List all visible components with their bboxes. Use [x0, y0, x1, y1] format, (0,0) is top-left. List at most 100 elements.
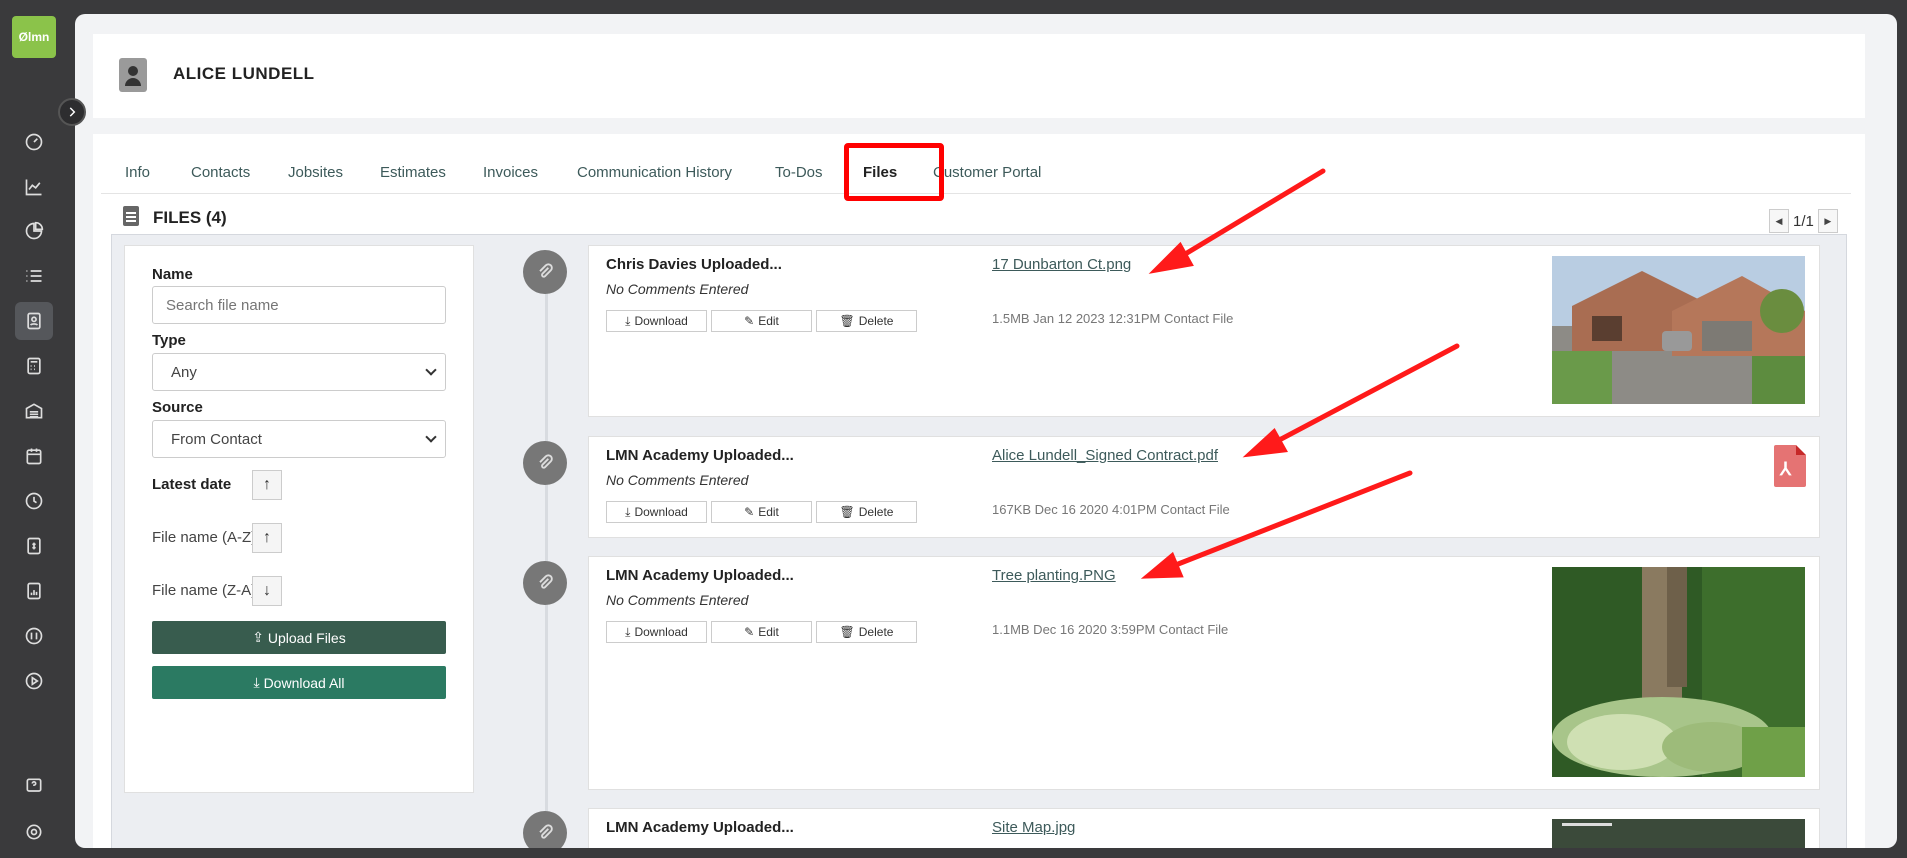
invoice-icon[interactable]: [15, 527, 53, 565]
search-file-name-input[interactable]: [152, 286, 446, 324]
upload-icon: ⇪: [252, 629, 268, 645]
quickbooks-icon[interactable]: [15, 617, 53, 655]
next-page-button[interactable]: ▶: [1817, 209, 1838, 233]
file-card: Chris Davies Uploaded... No Comments Ent…: [588, 245, 1820, 417]
delete-button[interactable]: 🗑 Delete: [816, 621, 917, 643]
contact-card-icon[interactable]: [15, 302, 53, 340]
delete-label: Delete: [858, 625, 894, 639]
timeline-line: [545, 255, 548, 848]
upload-files-button[interactable]: ⇪ Upload Files: [152, 621, 446, 654]
file-link[interactable]: Tree planting.PNG: [992, 567, 1116, 584]
sort-az-button[interactable]: ↑: [252, 523, 282, 553]
files-title: FILES (4): [153, 208, 227, 227]
download-icon: ⤓: [625, 504, 631, 519]
delete-label: Delete: [858, 505, 894, 519]
trash-icon: 🗑: [839, 625, 855, 639]
download-button[interactable]: ⤓ Download: [606, 621, 707, 643]
source-select[interactable]: From Contact: [152, 420, 446, 458]
trash-icon: 🗑: [839, 314, 855, 328]
house-thumbnail[interactable]: [1552, 256, 1805, 404]
pie-chart-icon[interactable]: [15, 212, 53, 250]
play-icon[interactable]: [15, 662, 53, 700]
lmn-logo[interactable]: Ølmn: [12, 16, 56, 58]
dashboard-icon[interactable]: [15, 123, 53, 161]
edit-icon: ✎: [744, 314, 755, 328]
prev-page-button[interactable]: ◀: [1769, 209, 1789, 233]
tab-invoices[interactable]: Invoices: [483, 164, 538, 181]
chart-line-icon[interactable]: [15, 168, 53, 206]
site-map-thumbnail[interactable]: [1552, 819, 1805, 848]
calculator-icon[interactable]: [15, 347, 53, 385]
tree-thumbnail[interactable]: [1552, 567, 1805, 777]
paperclip-icon: [523, 561, 567, 605]
edit-icon: ✎: [744, 625, 755, 639]
list-icon[interactable]: [15, 257, 53, 295]
file-link[interactable]: Site Map.jpg: [992, 819, 1075, 836]
calendar-icon[interactable]: [15, 437, 53, 475]
trash-icon: 🗑: [839, 505, 855, 519]
tab-communication-history[interactable]: Communication History: [577, 164, 732, 181]
chevron-down-icon: [425, 364, 437, 376]
file-card: LMN Academy Uploaded... No Comments Ente…: [588, 436, 1820, 538]
document-icon: [123, 206, 139, 226]
tab-contacts[interactable]: Contacts: [191, 164, 250, 181]
settings-icon[interactable]: [15, 813, 53, 851]
upload-files-label: Upload Files: [267, 629, 346, 646]
download-button[interactable]: ⤓ Download: [606, 310, 707, 332]
download-all-button[interactable]: ⤓ Download All: [152, 666, 446, 699]
tab-info[interactable]: Info: [125, 164, 150, 181]
pagination: ◀ 1/1 ▶: [1769, 209, 1838, 233]
contact-header: ALICE LUNDELL: [93, 34, 1865, 118]
contact-book-icon: [119, 58, 147, 92]
download-label: Download: [634, 314, 688, 328]
tab-jobsites[interactable]: Jobsites: [288, 164, 343, 181]
file-link[interactable]: Alice Lundell_Signed Contract.pdf: [992, 447, 1218, 464]
type-select[interactable]: Any: [152, 353, 446, 391]
edit-button[interactable]: ✎ Edit: [711, 310, 812, 332]
download-icon: ⤓: [625, 624, 631, 639]
uploader-text: LMN Academy Uploaded...: [606, 819, 794, 836]
edit-button[interactable]: ✎ Edit: [711, 501, 812, 523]
download-label: Download: [634, 625, 688, 639]
tab-bar: Info Contacts Jobsites Estimates Invoice…: [101, 134, 1851, 201]
files-tab-highlight: [844, 143, 944, 201]
download-label: Download: [634, 505, 688, 519]
file-name-za-label: File name (Z-A): [152, 582, 257, 599]
file-link[interactable]: 17 Dunbarton Ct.png: [992, 256, 1131, 273]
filter-panel: Name Type Any Source From Contact Latest…: [124, 245, 474, 793]
edit-label: Edit: [758, 505, 779, 519]
warehouse-icon[interactable]: [15, 392, 53, 430]
expand-sidebar-button[interactable]: [58, 98, 86, 126]
report-icon[interactable]: [15, 572, 53, 610]
main-content: ALICE LUNDELL Info Contacts Jobsites Est…: [75, 14, 1897, 848]
latest-date-label: Latest date: [152, 476, 232, 493]
sort-latest-date-button[interactable]: ↑: [252, 470, 282, 500]
file-meta: 1.1MB Dec 16 2020 3:59PM Contact File: [992, 622, 1229, 637]
delete-button[interactable]: 🗑 Delete: [816, 310, 917, 332]
edit-button[interactable]: ✎ Edit: [711, 621, 812, 643]
content-card: Info Contacts Jobsites Estimates Invoice…: [93, 134, 1865, 848]
tab-todos[interactable]: To-Dos: [775, 164, 823, 181]
uploader-text: LMN Academy Uploaded...: [606, 447, 794, 464]
source-select-value: From Contact: [171, 430, 262, 448]
chevron-right-icon: [69, 107, 76, 117]
sidebar: Ølmn: [0, 0, 70, 858]
file-card: LMN Academy Uploaded... Site Map.jpg: [588, 808, 1820, 848]
help-icon[interactable]: [15, 767, 53, 805]
uploader-text: LMN Academy Uploaded...: [606, 567, 794, 584]
sort-za-button[interactable]: ↓: [252, 576, 282, 606]
clock-icon[interactable]: [15, 482, 53, 520]
pdf-icon[interactable]: ⅄: [1774, 445, 1806, 487]
file-meta: 167KB Dec 16 2020 4:01PM Contact File: [992, 502, 1230, 517]
edit-label: Edit: [758, 625, 779, 639]
file-name-az-label: File name (A-Z): [152, 529, 257, 546]
tab-customer-portal[interactable]: Customer Portal: [933, 164, 1041, 181]
edit-icon: ✎: [744, 505, 755, 519]
comment-text: No Comments Entered: [606, 472, 749, 488]
delete-button[interactable]: 🗑 Delete: [816, 501, 917, 523]
download-button[interactable]: ⤓ Download: [606, 501, 707, 523]
type-select-value: Any: [171, 363, 197, 381]
tab-estimates[interactable]: Estimates: [380, 164, 446, 181]
file-meta: 1.5MB Jan 12 2023 12:31PM Contact File: [992, 311, 1234, 326]
comment-text: No Comments Entered: [606, 281, 749, 297]
